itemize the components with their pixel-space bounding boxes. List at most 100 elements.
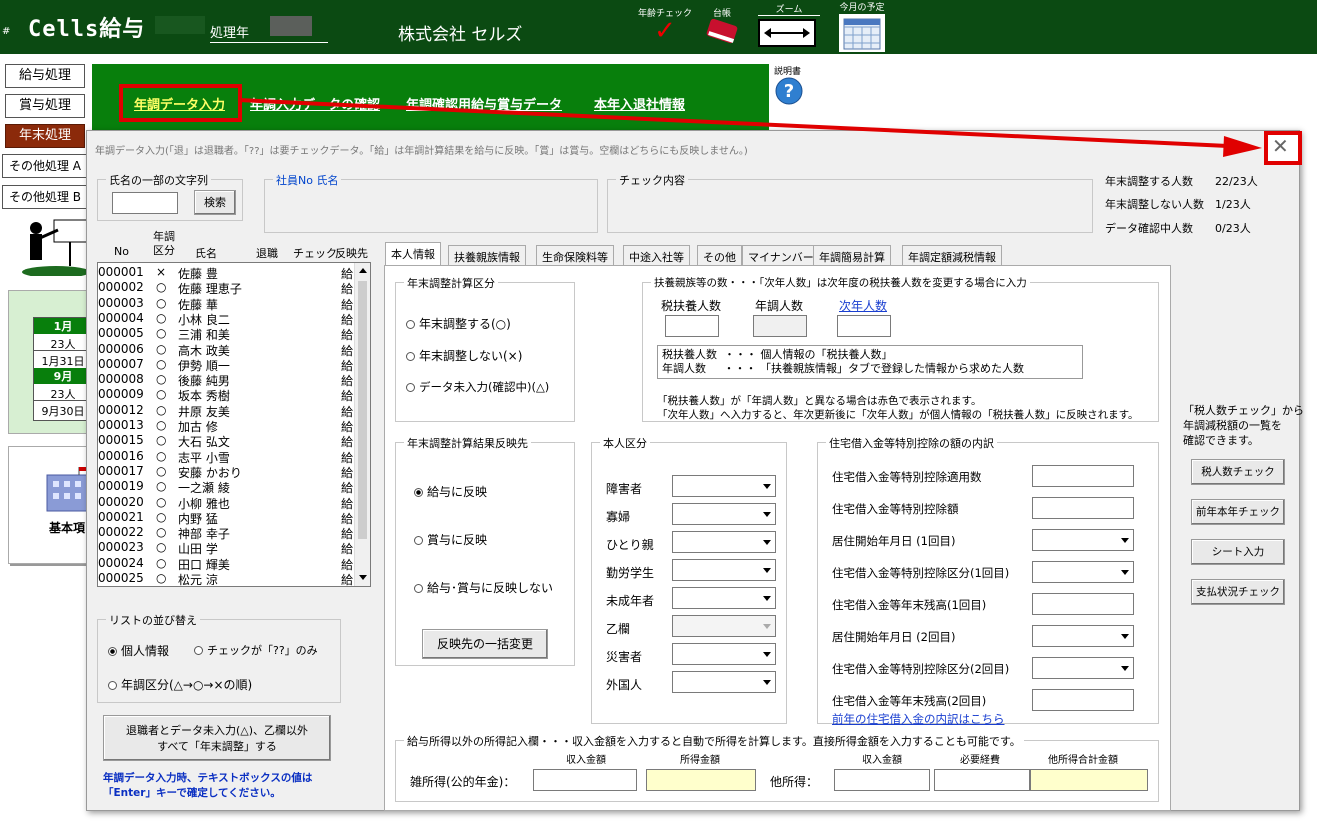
personal-info-panel: 年末調整計算区分 年末調整する(○) 年末調整しない(×) データ未入力(確認中… (384, 265, 1171, 811)
next-year-count-label[interactable]: 次年人数 (839, 297, 887, 314)
table-row[interactable]: 000012 ○ 井原 友美給 (98, 403, 354, 419)
bulk-reflect-button[interactable]: 反映先の一括変更 (422, 629, 548, 659)
tab-simple-calc[interactable]: 年調簡易計算 (813, 245, 891, 265)
row-kubun: ○ (156, 356, 167, 371)
prior-year-loan-link[interactable]: 前年の住宅借入金の内訳はこちら (832, 711, 1005, 727)
table-row[interactable]: 000023 ○ 山田 学給 (98, 540, 354, 556)
calc-pending-radio[interactable]: データ未入力(確認中)(△) (406, 379, 549, 395)
tab-fixed-tax-reduction[interactable]: 年調定額減税情報 (902, 245, 1002, 265)
table-row[interactable]: 000006 ○ 高木 政美給 (98, 342, 354, 358)
tab-mid-join[interactable]: 中途入社等 (623, 245, 690, 265)
table-row[interactable]: 000002 ○ 佐藤 理恵子給 (98, 280, 354, 296)
reflect-none-label: 給与･賞与に反映しない (427, 581, 554, 595)
housing-loan-input[interactable] (1032, 465, 1134, 487)
prior-current-check-button[interactable]: 前年本年チェック (1191, 499, 1285, 525)
housing-loan-dropdown[interactable] (1032, 561, 1134, 583)
nav-link-join-leave-info[interactable]: 本年入退社情報 (594, 94, 685, 113)
salary-process-button[interactable]: 給与処理 (5, 64, 85, 88)
table-row[interactable]: 000025 ○ 松元 涼 給 (98, 571, 354, 587)
table-row[interactable]: 000005 ○ 三浦 和美給 (98, 326, 354, 342)
calc-dont-radio[interactable]: 年末調整しない(×) (406, 347, 522, 364)
table-row[interactable]: 000021 ○ 内野 猛給 (98, 510, 354, 526)
payment-status-check-button[interactable]: 支払状況チェック (1191, 579, 1285, 605)
ledger-button[interactable]: 台帳 (700, 6, 744, 48)
housing-loan-input[interactable] (1032, 689, 1134, 711)
employee-list[interactable]: 000001 × 佐藤 豊給 000002 ○ 佐藤 理恵子給 000003 ○ 佐藤 華給 00… (97, 262, 371, 587)
close-icon[interactable]: ✕ (1272, 134, 1289, 158)
col-no: No (114, 245, 129, 258)
year-end-process-button[interactable]: 年末処理 (5, 124, 85, 148)
svg-text:?: ? (784, 81, 794, 102)
self-kubun-dropdown[interactable] (672, 503, 776, 525)
bulk-year-end-button[interactable]: 退職者とデータ未入力(△)、乙欄以外 すべて「年末調整」する (103, 715, 331, 761)
other-total-input[interactable] (1030, 769, 1148, 791)
self-kubun-dropdown[interactable] (672, 671, 776, 693)
scroll-thumb[interactable] (358, 281, 367, 539)
pension-income-input[interactable] (646, 769, 756, 791)
next-year-count-input[interactable] (837, 315, 891, 337)
nencho-count-input (753, 315, 807, 337)
table-row[interactable]: 000019 ○ 一之瀬 綾給 (98, 479, 354, 495)
sort-personal-radio[interactable]: 個人情報 (108, 642, 169, 659)
bonus-process-button[interactable]: 賞与処理 (5, 94, 85, 118)
row-no: 000009 (98, 387, 144, 402)
monthly-schedule-button[interactable]: 今月の予定 (834, 0, 890, 56)
tax-count-check-button[interactable]: 税人数チェック (1191, 459, 1285, 485)
scroll-up-icon[interactable] (359, 268, 367, 273)
sheet-input-button[interactable]: シート入力 (1191, 539, 1285, 565)
self-kubun-dropdown[interactable] (672, 475, 776, 497)
nav-link-data-confirm[interactable]: 年調入力データの確認 (250, 94, 380, 113)
pension-revenue-input[interactable] (533, 769, 637, 791)
other-revenue-input[interactable] (834, 769, 930, 791)
tab-personal-info[interactable]: 本人情報 (385, 242, 441, 265)
zoom-button[interactable]: ズーム (758, 2, 820, 47)
tab-insurance[interactable]: 生命保険料等 (536, 245, 614, 265)
table-row[interactable]: 000022 ○ 神部 幸子給 (98, 525, 354, 541)
table-row[interactable]: 000020 ○ 小柳 雅也給 (98, 495, 354, 511)
table-row[interactable]: 000003 ○ 佐藤 華給 (98, 296, 354, 312)
self-kubun-dropdown[interactable] (672, 559, 776, 581)
other-expense-input[interactable] (934, 769, 1030, 791)
tab-mynumber[interactable]: マイナンバー (742, 245, 820, 265)
row-kubun: ○ (156, 448, 167, 463)
table-row[interactable]: 000009 ○ 坂本 秀樹給 (98, 387, 354, 403)
list-scrollbar[interactable] (354, 263, 370, 586)
tax-dependents-input[interactable] (665, 315, 719, 337)
self-kubun-dropdown[interactable] (672, 531, 776, 553)
table-row[interactable]: 000001 × 佐藤 豊給 (98, 265, 354, 281)
table-row[interactable]: 000004 ○ 小林 良二給 (98, 311, 354, 327)
reflect-bonus-radio[interactable]: 賞与に反映 (414, 531, 487, 548)
housing-loan-dropdown[interactable] (1032, 625, 1134, 647)
basic-item-panel[interactable]: 基本項 (8, 446, 92, 564)
table-row[interactable]: 000007 ○ 伊勢 順一給 (98, 356, 354, 373)
sort-check-radio[interactable]: チェックが「??」のみ (194, 642, 318, 658)
presenter-icon (22, 219, 88, 276)
other-process-a-button[interactable]: その他処理 A (2, 154, 88, 178)
housing-loan-dropdown[interactable] (1032, 529, 1134, 551)
search-input[interactable] (112, 192, 178, 214)
self-kubun-dropdown[interactable] (672, 643, 776, 665)
reflect-none-radio[interactable]: 給与･賞与に反映しない (414, 579, 553, 596)
housing-loan-input[interactable] (1032, 497, 1134, 519)
nav-link-salary-bonus-data[interactable]: 年調確認用給与賞与データ (406, 94, 562, 113)
reflect-salary-radio[interactable]: 給与に反映 (414, 483, 487, 500)
table-row[interactable]: 000016 ○ 志平 小雪給 (98, 448, 354, 465)
table-row[interactable]: 000017 ○ 安藤 かおり給 (98, 464, 354, 480)
age-check-button[interactable]: 年齢チェック ✓ (638, 6, 692, 44)
table-row[interactable]: 000008 ○ 後藤 純男給 (98, 372, 354, 388)
tab-dependents[interactable]: 扶養親族情報 (448, 245, 526, 265)
sort-kubun-radio[interactable]: 年調区分(△→○→×の順) (108, 676, 252, 693)
calc-do-radio[interactable]: 年末調整する(○) (406, 315, 511, 332)
table-row[interactable]: 000024 ○ 田口 輝美給 (98, 556, 354, 572)
table-row[interactable]: 000015 ○ 大石 弘文給 (98, 433, 354, 449)
tab-other[interactable]: その他 (697, 245, 742, 265)
housing-loan-dropdown[interactable] (1032, 657, 1134, 679)
other-process-b-button[interactable]: その他処理 B (2, 185, 88, 209)
table-row[interactable]: 000013 ○ 加古 修給 (98, 418, 354, 434)
row-kubun: ○ (156, 387, 167, 402)
search-button[interactable]: 検索 (194, 190, 236, 215)
housing-loan-input[interactable] (1032, 593, 1134, 615)
help-icon[interactable]: ? (774, 76, 804, 106)
self-kubun-dropdown[interactable] (672, 587, 776, 609)
scroll-down-icon[interactable] (359, 575, 367, 580)
